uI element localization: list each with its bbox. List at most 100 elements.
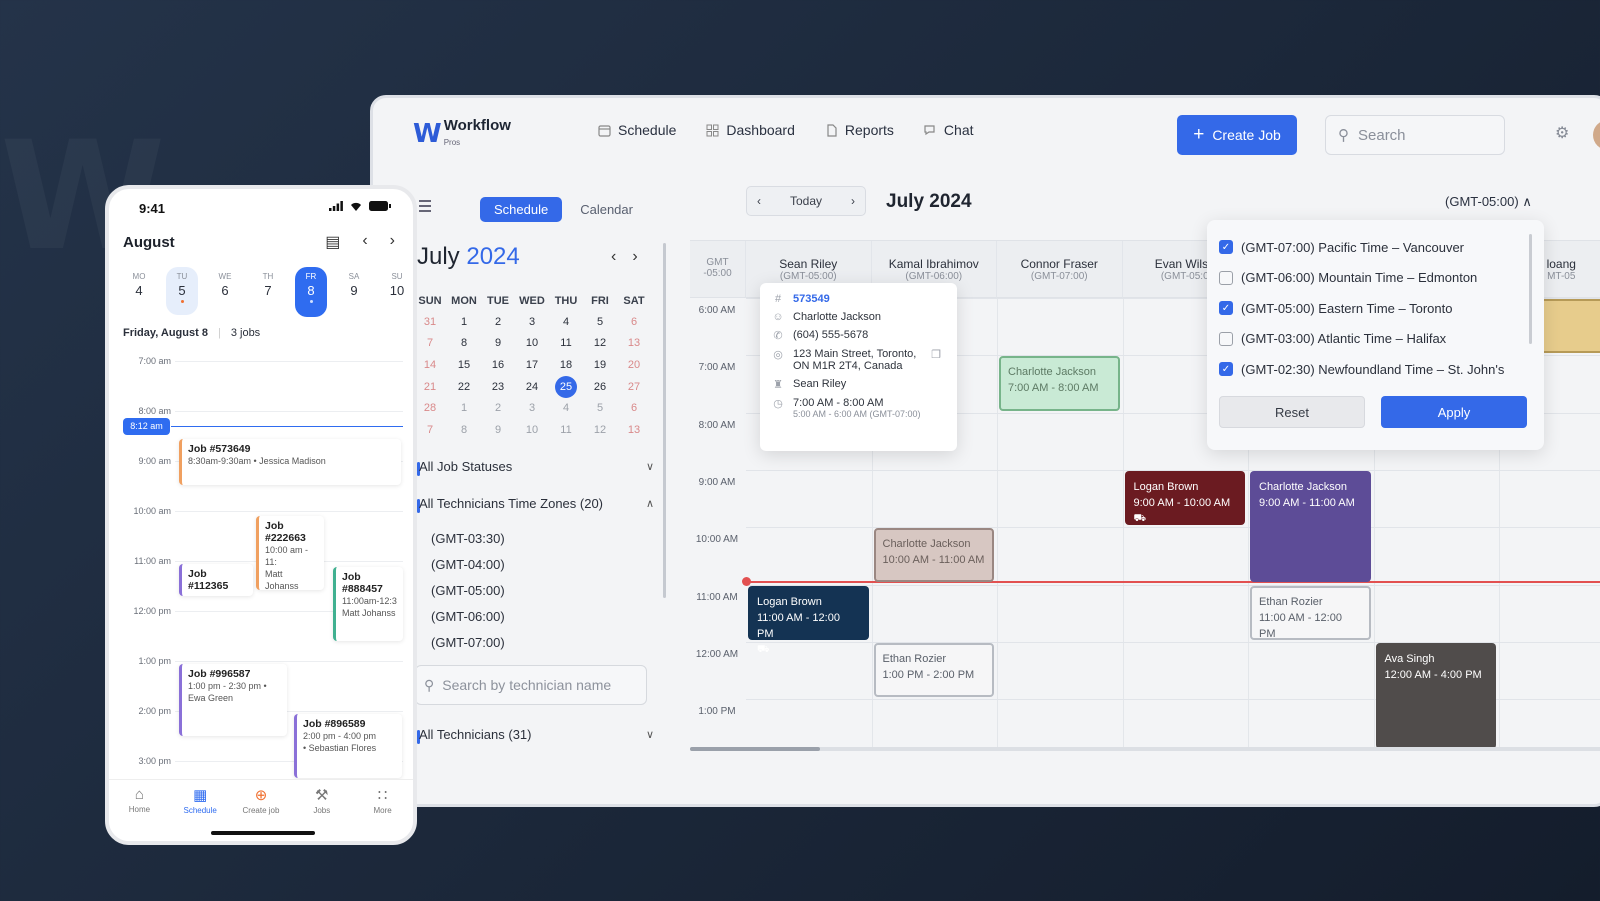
timezone-option[interactable]: (GMT-03:00) Atlantic Time – Halifax <box>1219 324 1532 355</box>
timezone-filter-item[interactable]: (GMT-04:00) <box>431 552 505 578</box>
dropdown-scrollbar[interactable] <box>1529 234 1532 344</box>
calendar-day[interactable]: 7 <box>413 419 447 441</box>
job-event[interactable]: Ethan Rozier 1:00 PM - 2:00 PM <box>873 642 994 698</box>
calendar-day[interactable]: 13 <box>617 419 651 441</box>
next-month-icon[interactable]: › <box>632 248 637 266</box>
calendar-day[interactable]: 19 <box>583 354 617 376</box>
calendar-day[interactable]: 3 <box>515 398 549 420</box>
checkbox[interactable]: ✓ <box>1219 362 1233 377</box>
timezone-option[interactable]: ✓ (GMT-07:00) Pacific Time – Vancouver <box>1219 232 1532 263</box>
calendar-day[interactable]: 4 <box>549 311 583 333</box>
calendar-day[interactable]: 6 <box>617 311 651 333</box>
calendar-day[interactable]: 14 <box>413 354 447 376</box>
week-day[interactable]: SA 9 <box>338 267 370 315</box>
phone-job-card[interactable]: Job #896589 2:00 pm - 4:00 pm • Sebastian … <box>294 714 402 778</box>
job-event[interactable]: Logan Brown 11:00 AM - 12:00 PM ⛟ <box>748 585 869 655</box>
reset-button[interactable]: Reset <box>1219 396 1365 428</box>
calendar-day[interactable]: 5 <box>583 311 617 333</box>
avatar[interactable] <box>1593 120 1600 150</box>
calendar-day[interactable]: 31 <box>413 311 447 333</box>
selected-day[interactable]: 25 <box>555 375 577 398</box>
technician-search-input[interactable]: ⚲ Search by technician name <box>415 665 647 705</box>
week-day[interactable]: FR 8 <box>295 267 327 317</box>
job-event[interactable]: Charlotte Jackson 10:00 AM - 11:00 AM <box>873 528 994 583</box>
calendar-day[interactable]: 24 <box>515 376 549 398</box>
calendar-day[interactable]: 6 <box>617 398 651 420</box>
phone-job-card[interactable]: Job #573649 8:30am-9:30am • Jessica Madis… <box>179 439 401 485</box>
nav-reports[interactable]: Reports <box>825 122 894 138</box>
calendar-day[interactable]: 12 <box>583 419 617 441</box>
nav-chat[interactable]: Chat <box>924 122 974 138</box>
checkbox[interactable]: ✓ <box>1219 240 1233 255</box>
week-day[interactable]: MO 4 <box>123 267 155 315</box>
calendar-day[interactable]: 10 <box>515 419 549 441</box>
phone-job-card[interactable]: Job #112365 <box>179 564 253 596</box>
nav-dashboard[interactable]: Dashboard <box>706 122 795 138</box>
next-day-icon[interactable]: › <box>851 194 855 208</box>
calendar-day[interactable]: 1 <box>447 311 481 333</box>
week-day[interactable]: SU 10 <box>381 267 413 315</box>
horizontal-scrollbar[interactable] <box>690 747 1600 751</box>
app-logo[interactable]: W Workflow Pros <box>413 118 511 149</box>
phone-job-card[interactable]: Job #888457 11:00am-12:3 Matt Johanss <box>333 567 403 641</box>
week-day[interactable]: TH 7 <box>252 267 284 315</box>
technicians-filter[interactable]: All Technicians (31) ∨ <box>419 727 654 742</box>
job-event[interactable]: Logan Brown 9:00 AM - 10:00 AM ⛟ <box>1124 470 1245 526</box>
job-event[interactable]: Ethan Rozier 11:00 AM - 12:00 PM <box>1250 585 1371 640</box>
calendar-day[interactable]: 9 <box>481 419 515 441</box>
calendar-day[interactable]: 7 <box>413 333 447 355</box>
view-toggle-icon[interactable]: ▤ <box>325 232 340 252</box>
calendar-day[interactable]: 5 <box>583 398 617 420</box>
calendar-day[interactable]: 28 <box>413 398 447 420</box>
left-panel-scrollbar[interactable] <box>663 243 666 598</box>
timezone-option[interactable]: (GMT-06:00) Mountain Time – Edmonton <box>1219 263 1532 294</box>
calendar-day[interactable]: 2 <box>481 311 515 333</box>
calendar-day[interactable]: 10 <box>515 333 549 355</box>
prev-week-icon[interactable]: ‹ <box>362 232 367 252</box>
tab-schedule[interactable]: Schedule <box>480 197 563 222</box>
today-button[interactable]: Today <box>790 194 822 208</box>
timezone-option[interactable]: ✓ (GMT-02:30) Newfoundland Time – St. Joh… <box>1219 354 1532 385</box>
prev-day-icon[interactable]: ‹ <box>757 194 761 208</box>
calendar-day[interactable]: 3 <box>515 311 549 333</box>
checkbox[interactable] <box>1219 331 1233 346</box>
job-event[interactable]: Charlotte Jackson 7:00 AM - 8:00 AM <box>999 356 1120 411</box>
popup-job-number[interactable]: 573549 <box>793 293 830 305</box>
week-day[interactable]: TU 5 <box>166 267 198 315</box>
gear-icon[interactable]: ⚙ <box>1555 123 1569 143</box>
calendar-day[interactable]: 11 <box>549 333 583 355</box>
technician-column-header[interactable]: Connor Fraser (GMT-07:00) <box>997 241 1123 298</box>
prev-month-icon[interactable]: ‹ <box>611 248 616 266</box>
calendar-day[interactable]: 15 <box>447 354 481 376</box>
calendar-day[interactable]: 12 <box>583 333 617 355</box>
calendar-day[interactable]: 18 <box>549 354 583 376</box>
calendar-day[interactable]: 22 <box>447 376 481 398</box>
calendar-day[interactable]: 9 <box>481 333 515 355</box>
phone-job-card[interactable]: Job #996587 1:00 pm - 2:30 pm • Ewa Green <box>179 664 287 736</box>
calendar-day[interactable]: 11 <box>549 419 583 441</box>
calendar-day[interactable]: 4 <box>549 398 583 420</box>
tab-more[interactable]: ∷ More <box>358 786 408 841</box>
checkbox[interactable]: ✓ <box>1219 301 1233 316</box>
nav-schedule[interactable]: Schedule <box>598 122 676 138</box>
timezone-option[interactable]: ✓ (GMT-05:00) Eastern Time – Toronto <box>1219 293 1532 324</box>
search-input[interactable]: ⚲ Search <box>1325 115 1505 155</box>
tab-calendar[interactable]: Calendar <box>576 197 637 222</box>
calendar-day[interactable]: 27 <box>617 376 651 398</box>
job-status-filter[interactable]: All Job Statuses ∨ <box>419 459 654 474</box>
calendar-day[interactable]: 20 <box>617 354 651 376</box>
apply-button[interactable]: Apply <box>1381 396 1527 428</box>
next-week-icon[interactable]: › <box>390 232 395 252</box>
calendar-day[interactable]: 8 <box>447 333 481 355</box>
timezone-filter-item[interactable]: (GMT-06:00) <box>431 604 505 630</box>
job-event[interactable]: Ava Singh 12:00 AM - 4:00 PM <box>1375 642 1496 749</box>
timezone-filter-item[interactable]: (GMT-03:30) <box>431 526 505 552</box>
timezone-filter[interactable]: All Technicians Time Zones (20) ∧ <box>419 496 654 511</box>
calendar-day[interactable]: 25 <box>549 375 583 398</box>
checkbox[interactable] <box>1219 270 1233 285</box>
timezone-filter-item[interactable]: (GMT-05:00) <box>431 578 505 604</box>
week-day[interactable]: WE 6 <box>209 267 241 315</box>
calendar-day[interactable]: 16 <box>481 354 515 376</box>
calendar-day[interactable]: 23 <box>481 376 515 398</box>
calendar-day[interactable]: 17 <box>515 354 549 376</box>
